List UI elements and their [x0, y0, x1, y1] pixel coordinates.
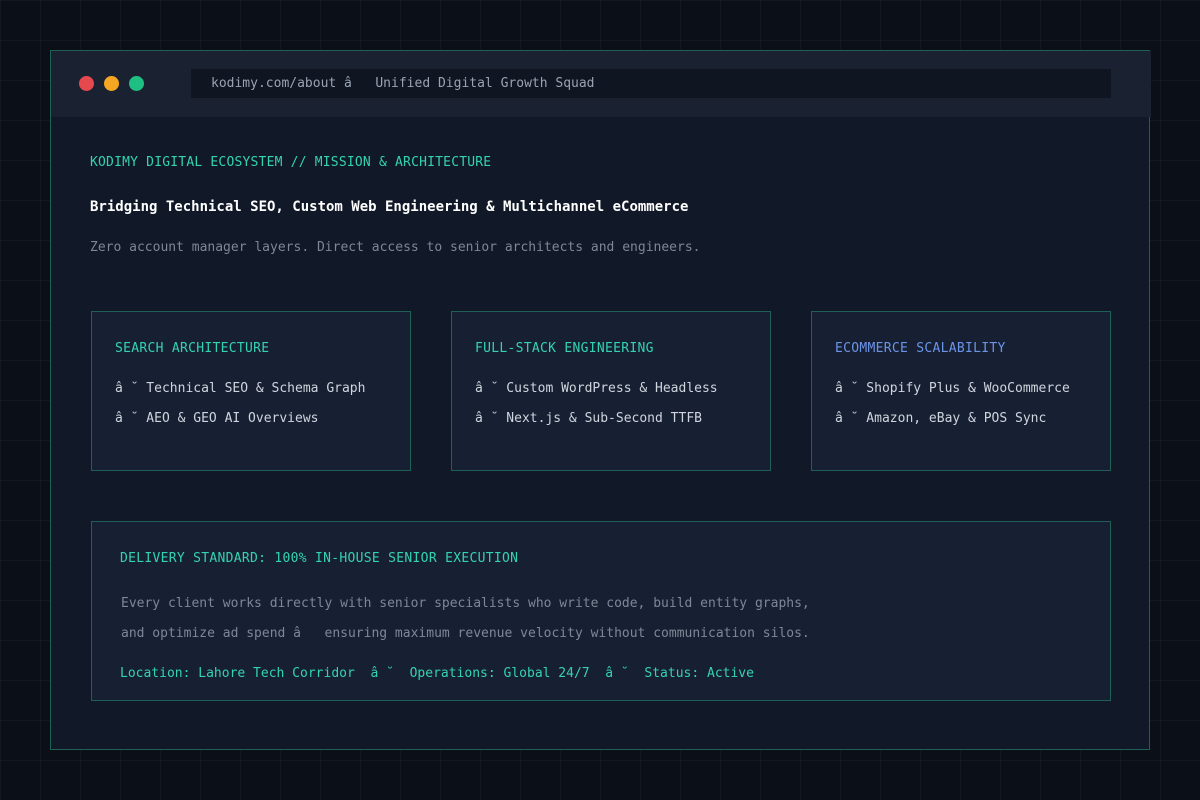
card-list-item: â ˘ AEO & GEO AI Overviews [115, 411, 319, 426]
card-title: ECOMMERCE SCALABILITY [835, 341, 1006, 356]
card-search-architecture: SEARCH ARCHITECTURE â ˘ Technical SEO & … [91, 311, 411, 471]
close-window-icon[interactable] [79, 76, 94, 91]
delivery-description-line: Every client works directly with senior … [121, 596, 810, 611]
delivery-description-line: and optimize ad spend â ensuring maximum… [121, 626, 810, 641]
page-subline: Zero account manager layers. Direct acce… [90, 240, 701, 255]
card-list-item: â ˘ Next.js & Sub-Second TTFB [475, 411, 702, 426]
maximize-window-icon[interactable] [129, 76, 144, 91]
status-meta-line: Location: Lahore Tech Corridor â ˘ Opera… [120, 666, 754, 681]
card-ecommerce-scalability: ECOMMERCE SCALABILITY â ˘ Shopify Plus &… [811, 311, 1111, 471]
card-full-stack-engineering: FULL-STACK ENGINEERING â ˘ Custom WordPr… [451, 311, 771, 471]
card-list-item: â ˘ Technical SEO & Schema Graph [115, 381, 366, 396]
window-titlebar: kodimy.com/about â Unified Digital Growt… [51, 51, 1151, 117]
minimize-window-icon[interactable] [104, 76, 119, 91]
delivery-title: DELIVERY STANDARD: 100% IN-HOUSE SENIOR … [120, 551, 519, 566]
address-bar[interactable]: kodimy.com/about â Unified Digital Growt… [191, 69, 1111, 98]
card-list-item: â ˘ Amazon, eBay & POS Sync [835, 411, 1047, 426]
section-eyebrow: KODIMY DIGITAL ECOSYSTEM // MISSION & AR… [90, 155, 492, 170]
card-list-item: â ˘ Custom WordPress & Headless [475, 381, 718, 396]
card-title: FULL-STACK ENGINEERING [475, 341, 654, 356]
page-headline: Bridging Technical SEO, Custom Web Engin… [90, 199, 689, 215]
card-title: SEARCH ARCHITECTURE [115, 341, 270, 356]
browser-window: kodimy.com/about â Unified Digital Growt… [50, 50, 1151, 750]
delivery-standard-panel: DELIVERY STANDARD: 100% IN-HOUSE SENIOR … [91, 521, 1111, 701]
card-list-item: â ˘ Shopify Plus & WooCommerce [835, 381, 1070, 396]
